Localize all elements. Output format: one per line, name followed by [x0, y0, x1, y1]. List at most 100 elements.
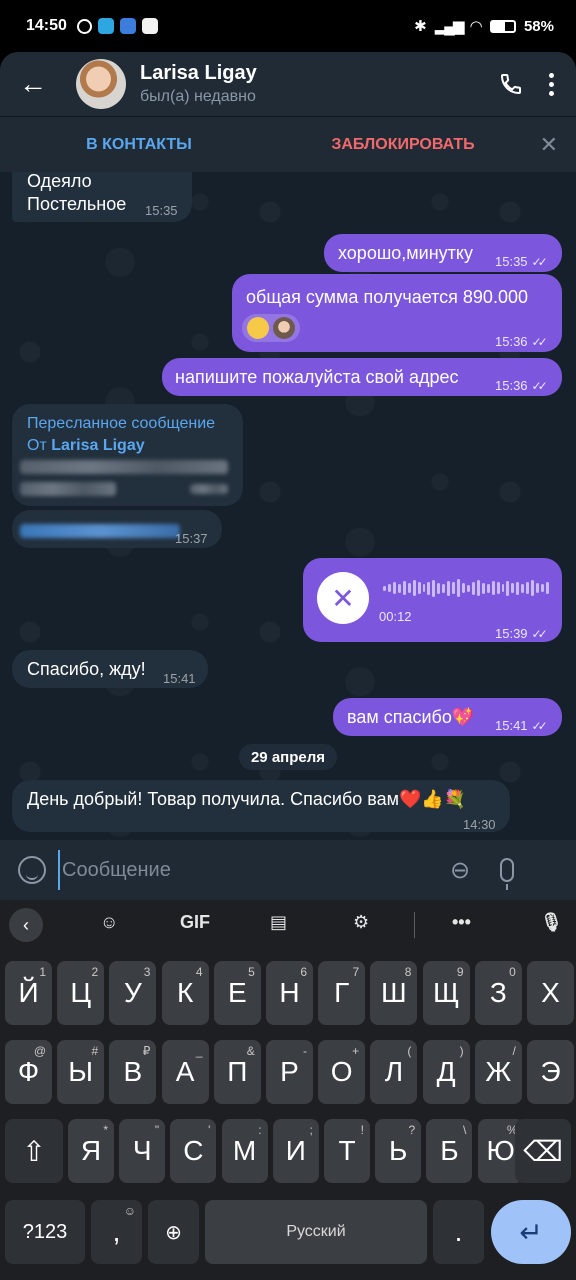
reaction-chip[interactable]	[242, 314, 300, 342]
space-bar[interactable]: Русский	[205, 1200, 427, 1264]
backspace-key[interactable]: ⌫	[515, 1119, 571, 1183]
key-label: Ф	[17, 1056, 40, 1087]
key[interactable]: А _	[161, 1040, 209, 1104]
key[interactable]: П &	[213, 1040, 261, 1104]
message-time: 15:39 ✓✓	[495, 626, 548, 641]
message-incoming[interactable]: Спасибо, жду! 15:41	[12, 650, 208, 688]
key[interactable]: Х	[527, 961, 574, 1025]
message-time: 15:41	[163, 671, 196, 686]
message-outgoing[interactable]: хорошо,минутку 15:35 ✓✓	[324, 234, 562, 272]
key[interactable]: Ж /	[474, 1040, 522, 1104]
bluetooth-icon: ✱	[414, 18, 427, 35]
phone-icon[interactable]	[499, 72, 523, 96]
key[interactable]: Е5	[213, 961, 261, 1025]
cancel-download-button[interactable]: ✕	[317, 572, 369, 624]
key[interactable]: Г7	[318, 961, 366, 1025]
clipboard-icon[interactable]: ▤	[270, 912, 287, 933]
settings-gear-icon[interactable]: ⚙	[353, 912, 369, 933]
key-hint: 0	[509, 965, 516, 979]
key[interactable]: Ч "	[119, 1119, 166, 1183]
key[interactable]: Ь?	[375, 1119, 422, 1183]
key[interactable]: Й1	[5, 961, 52, 1025]
key-hint: ;	[309, 1123, 313, 1137]
key[interactable]: Б \	[426, 1119, 473, 1183]
waveform-bar	[457, 579, 460, 597]
key-label: ⊕	[165, 1221, 182, 1244]
shift-key[interactable]: ⇧	[5, 1119, 63, 1183]
language-globe-icon[interactable]: ⊕	[148, 1200, 199, 1264]
key[interactable]: К4	[161, 961, 209, 1025]
waveform-bar	[387, 584, 391, 592]
key[interactable]: Щ9	[422, 961, 470, 1025]
key[interactable]: О +	[318, 1040, 366, 1104]
back-button[interactable]: ←	[0, 52, 66, 116]
sticker-icon[interactable]: ☺	[100, 912, 118, 933]
paperclip-icon[interactable]: ⊘	[443, 853, 478, 888]
message-time: 14:30	[463, 817, 496, 832]
waveform-bar	[531, 580, 535, 596]
waveform-bar	[526, 582, 530, 594]
key[interactable]: Ф @	[5, 1040, 52, 1104]
symbols-key[interactable]: ?123	[5, 1200, 85, 1264]
add-contact-button[interactable]: В КОНТАКТЫ	[0, 136, 278, 154]
comma-key[interactable]: , ☺	[91, 1200, 142, 1264]
key[interactable]: Ш8	[370, 961, 418, 1025]
more-horizontal-icon[interactable]: •••	[452, 912, 471, 933]
key-hint: 8	[404, 965, 412, 979]
chat-area[interactable]: Одеяло Постельное 15:35 хорошо,минутку 1…	[0, 172, 576, 840]
blurred-text	[20, 460, 228, 474]
telegram-notification-icon	[97, 18, 114, 34]
key[interactable]: И;	[272, 1119, 319, 1183]
message-outgoing[interactable]: напишите пожалуйста свой адрес 15:36 ✓✓	[162, 358, 562, 396]
key-label: Л	[384, 1056, 404, 1087]
thumbs-up-icon	[247, 317, 269, 339]
waveform-bar	[476, 580, 480, 596]
key[interactable]: У3	[109, 961, 157, 1025]
message-input[interactable]	[58, 850, 438, 890]
key-label: Ы	[68, 1056, 94, 1087]
waveform[interactable]	[383, 578, 549, 598]
contact-title[interactable]: Larisa Ligay был(а) недавно	[140, 62, 257, 106]
key[interactable]: Л(	[370, 1040, 418, 1104]
key-hint: 2	[91, 965, 99, 979]
battery-percent-sign: %	[540, 17, 554, 35]
message-incoming[interactable]: Одеяло Постельное 15:35	[12, 172, 192, 222]
gif-button[interactable]: GIF	[180, 912, 210, 933]
key[interactable]: Я *	[68, 1119, 114, 1183]
key-hint: !	[360, 1123, 364, 1137]
key[interactable]: З0	[474, 961, 522, 1025]
key[interactable]: Р-	[266, 1040, 313, 1104]
key-label: Е	[227, 977, 247, 1008]
key-hint: @	[33, 1044, 46, 1058]
key[interactable]: Д)	[422, 1040, 470, 1104]
message-incoming[interactable]: 15:37	[12, 510, 222, 548]
close-icon[interactable]: ✕	[540, 132, 558, 158]
key[interactable]: Ы #	[57, 1040, 105, 1104]
message-incoming[interactable]: День добрый! Товар получила. Спасибо вам…	[12, 780, 510, 832]
key[interactable]: С '	[170, 1119, 217, 1183]
voice-message[interactable]: ✕ 00:12 15:39 ✓✓	[303, 558, 562, 642]
key[interactable]: В ₽	[109, 1040, 157, 1104]
key[interactable]: Э	[527, 1040, 574, 1104]
message-outgoing[interactable]: общая сумма получается 890.000 15:36 ✓✓	[232, 274, 562, 352]
block-user-button[interactable]: ЗАБЛОКИРОВАТЬ	[278, 136, 528, 154]
message-outgoing[interactable]: вам спасибо💖 15:41 ✓✓	[333, 698, 562, 736]
microphone-icon[interactable]	[500, 858, 515, 890]
key[interactable]: Ц2	[57, 961, 105, 1025]
enter-key[interactable]: ↵	[491, 1200, 571, 1264]
forwarded-message[interactable]: Пересланное сообщение От Larisa Ligay	[12, 404, 243, 506]
key-hint: 6	[300, 965, 307, 979]
composer: ⊘	[0, 840, 576, 900]
chevron-left-icon[interactable]: ‹	[9, 908, 43, 942]
key-hint: +	[352, 1044, 360, 1058]
period-key[interactable]: .	[433, 1200, 484, 1264]
key[interactable]: Н6	[266, 961, 313, 1025]
waveform-bar	[496, 582, 500, 594]
emoji-icon[interactable]	[18, 856, 46, 884]
avatar[interactable]	[76, 59, 126, 109]
key[interactable]: Т!	[324, 1119, 370, 1183]
key[interactable]: М:	[221, 1119, 268, 1183]
voice-input-icon[interactable]: 🎙	[540, 912, 563, 933]
double-check-icon: ✓✓	[531, 335, 548, 349]
more-vertical-icon[interactable]	[549, 72, 554, 96]
